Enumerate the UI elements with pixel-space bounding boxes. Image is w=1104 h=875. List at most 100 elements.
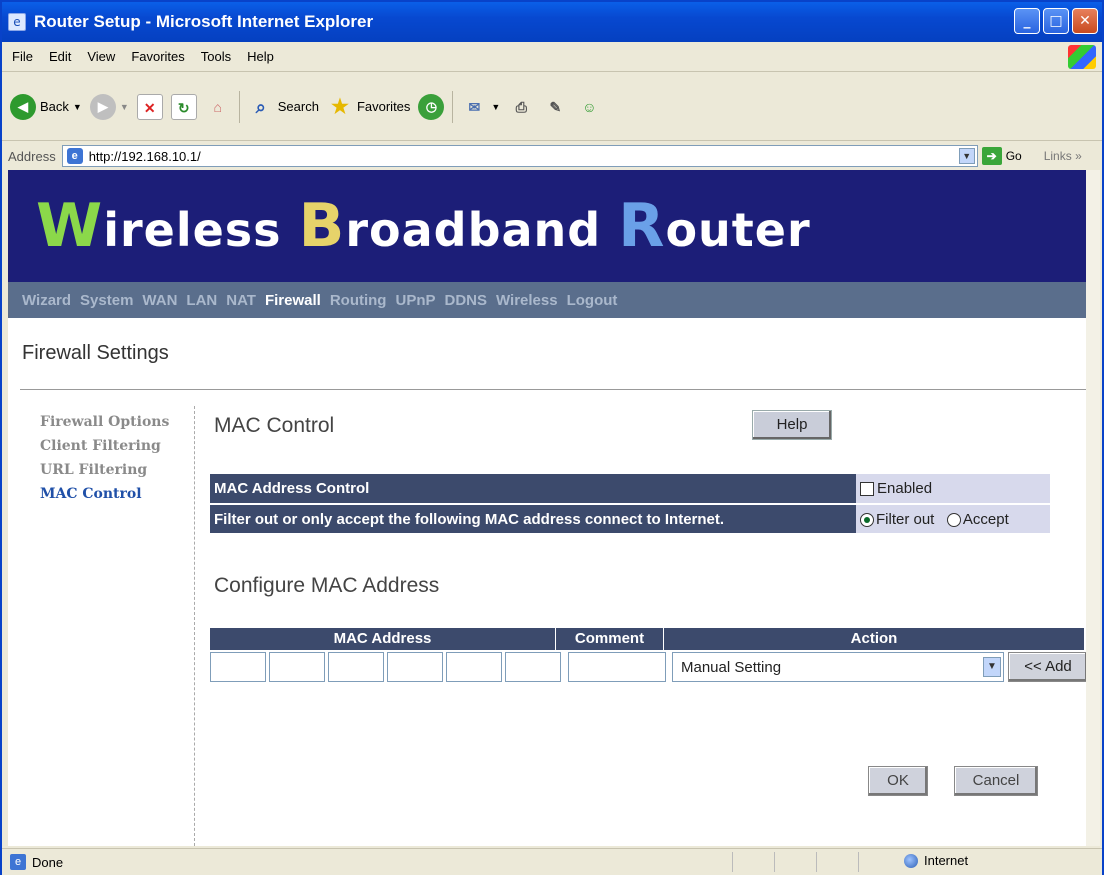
banner-title: Wireless Broadband Router — [36, 191, 811, 261]
links-button[interactable]: Links » — [1044, 149, 1082, 163]
stop-button[interactable]: ✕ — [136, 93, 163, 120]
mac-octet-2[interactable] — [269, 652, 325, 682]
home-button[interactable]: ⌂ — [205, 94, 231, 120]
banner-w-rest: ireless — [103, 203, 299, 257]
banner-r: R — [618, 191, 666, 261]
mac-octet-1[interactable] — [210, 652, 266, 682]
sidenav-mac-control[interactable]: MAC Control — [40, 482, 169, 506]
mac-address-control-label: MAC Address Control — [210, 474, 856, 505]
menu-tools[interactable]: Tools — [201, 49, 231, 64]
nav-routing[interactable]: Routing — [330, 292, 387, 309]
help-button[interactable]: Help — [752, 410, 832, 440]
cancel-button[interactable]: Cancel — [954, 766, 1038, 796]
chevron-down-icon: ▼ — [491, 101, 501, 112]
nav-lan[interactable]: LAN — [186, 292, 217, 309]
main-nav: Wizard System WAN LAN NAT Firewall Routi… — [8, 282, 1086, 318]
filter-mode-cell: Filter out Accept — [856, 504, 1050, 535]
banner-r-rest: outer — [665, 203, 811, 257]
refresh-button[interactable]: ↻ — [170, 93, 197, 120]
history-button[interactable]: ◷ — [418, 93, 445, 120]
edit-button[interactable]: ✎ — [542, 94, 568, 120]
ok-button[interactable]: OK — [868, 766, 928, 796]
menu-file[interactable]: File — [12, 49, 33, 64]
filter-mode-label: Filter out or only accept the following … — [210, 504, 856, 535]
divider — [20, 389, 1086, 390]
edit-icon: ✎ — [549, 98, 562, 115]
mac-control-title: MAC Control — [214, 414, 335, 437]
ie-page-icon: e — [10, 854, 26, 870]
nav-nat[interactable]: NAT — [226, 292, 256, 309]
mac-octet-3[interactable] — [328, 652, 384, 682]
mac-octet-4[interactable] — [387, 652, 443, 682]
nav-wan[interactable]: WAN — [142, 292, 177, 309]
sidenav-divider — [194, 406, 195, 846]
links-label: Links — [1043, 149, 1072, 163]
menu-help[interactable]: Help — [247, 49, 274, 64]
sidenav-client-filtering[interactable]: Client Filtering — [40, 434, 169, 458]
filter-out-label: Filter out — [876, 510, 935, 528]
comment-input[interactable] — [568, 652, 666, 682]
enabled-checkbox[interactable] — [860, 482, 874, 497]
back-button[interactable]: ◀ Back ▼ — [10, 93, 82, 120]
nav-wireless[interactable]: Wireless — [496, 292, 558, 309]
nav-system[interactable]: System — [80, 292, 133, 309]
ie-page-icon: e — [66, 148, 83, 164]
address-input[interactable]: e http://192.168.10.1/ ▼ — [61, 145, 978, 167]
address-url: http://192.168.10.1/ — [88, 148, 201, 164]
back-label: Back — [40, 99, 69, 114]
page-title: Firewall Settings — [22, 342, 169, 364]
mail-icon: ✉ — [468, 98, 481, 115]
go-button[interactable]: ➔ Go — [981, 147, 1022, 165]
mail-button[interactable]: ✉ ▼ — [461, 94, 501, 120]
menu-edit[interactable]: Edit — [49, 49, 71, 64]
mac-input-row: Manual Setting ▼ << Add — [210, 650, 1088, 684]
col-action: Action — [664, 628, 1084, 650]
address-label: Address — [8, 148, 56, 164]
nav-logout[interactable]: Logout — [567, 292, 618, 309]
nav-upnp[interactable]: UPnP — [395, 292, 435, 309]
nav-ddns[interactable]: DDNS — [445, 292, 488, 309]
close-button[interactable]: ✕ — [1072, 8, 1098, 34]
chevron-down-icon[interactable]: ▼ — [983, 657, 1001, 677]
toolbar-separator — [238, 90, 240, 123]
sidenav-url-filtering[interactable]: URL Filtering — [40, 458, 169, 482]
chevron-down-icon: ▼ — [119, 101, 129, 112]
home-icon: ⌂ — [213, 98, 222, 115]
print-icon: ⎙ — [515, 98, 527, 115]
action-select[interactable]: Manual Setting ▼ — [672, 652, 1004, 682]
mac-octet-5[interactable] — [446, 652, 502, 682]
nav-firewall[interactable]: Firewall — [265, 292, 321, 309]
favorites-label: Favorites — [356, 99, 411, 114]
action-value: Manual Setting — [681, 658, 782, 676]
go-arrow-icon: ➔ — [981, 147, 1002, 165]
accept-label: Accept — [962, 510, 1009, 528]
toolbar-separator — [452, 90, 454, 123]
sidenav-firewall-options[interactable]: Firewall Options — [40, 410, 169, 434]
maximize-button[interactable]: □ — [1043, 8, 1069, 34]
add-button[interactable]: << Add — [1008, 652, 1088, 682]
filter-out-radio[interactable] — [860, 512, 874, 527]
mac-octet-6[interactable] — [505, 652, 561, 682]
forward-button[interactable]: ▶ ▼ — [89, 93, 129, 120]
print-button[interactable]: ⎙ — [508, 94, 534, 120]
title-bar: e Router Setup - Microsoft Internet Expl… — [2, 2, 1102, 42]
chevron-down-icon[interactable]: ▼ — [958, 148, 975, 164]
menu-favorites[interactable]: Favorites — [131, 49, 184, 64]
security-zone: Internet — [904, 853, 968, 868]
minimize-button[interactable]: _ — [1014, 8, 1040, 34]
status-panels — [732, 852, 898, 872]
col-comment: Comment — [556, 628, 664, 650]
banner-b-rest: roadband — [345, 203, 619, 257]
side-nav: Firewall Options Client Filtering URL Fi… — [40, 410, 169, 506]
search-icon: ⌕ — [255, 96, 266, 117]
search-label: Search — [277, 99, 319, 114]
favorites-button[interactable]: ★ Favorites — [327, 94, 410, 120]
search-button[interactable]: ⌕ Search — [248, 94, 319, 120]
zone-label: Internet — [924, 853, 969, 868]
nav-wizard[interactable]: Wizard — [22, 292, 71, 309]
menu-view[interactable]: View — [87, 49, 115, 64]
accept-radio[interactable] — [946, 512, 961, 527]
messenger-button[interactable]: ☺ — [576, 94, 602, 120]
vertical-scrollbar[interactable] — [1086, 170, 1100, 846]
col-mac-address: MAC Address — [210, 628, 556, 650]
